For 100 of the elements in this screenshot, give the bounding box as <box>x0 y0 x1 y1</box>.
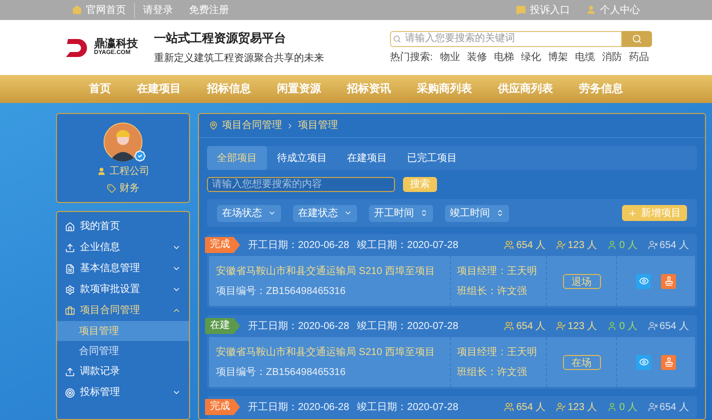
user-check-icon <box>556 321 566 331</box>
view-button[interactable] <box>636 274 651 288</box>
filter-dropdown[interactable]: 在建状态 <box>293 204 357 222</box>
view-button[interactable] <box>636 354 651 370</box>
message-icon <box>516 5 526 15</box>
top-link[interactable]: 免费注册 <box>189 2 229 18</box>
worker-count: 654 人 <box>516 400 546 414</box>
stamp-button[interactable] <box>661 274 676 288</box>
home-icon <box>72 5 82 15</box>
logo-name: 鼎瀛科技 <box>94 39 138 50</box>
upload-icon <box>65 242 75 252</box>
sidebar-subitem[interactable]: 项目管理 <box>57 321 189 341</box>
hot-search-link[interactable]: 博架 <box>548 50 568 64</box>
end-date: 竣工日期：2020-07-28 <box>357 238 458 252</box>
avatar-icon <box>103 122 143 162</box>
user-cross-icon <box>648 321 658 331</box>
people-group-icon <box>504 402 514 412</box>
hot-search-link[interactable]: 装修 <box>466 50 487 64</box>
company-name: 工程公司 <box>110 165 150 179</box>
worker-count: 654 人 <box>660 238 689 252</box>
tag-icon <box>106 184 116 193</box>
top-link[interactable]: 个人中心 <box>600 2 640 18</box>
sidebar-item[interactable]: 投标管理 <box>57 382 189 403</box>
home-icon <box>65 222 75 232</box>
sidebar-item[interactable]: 基本信息管理 <box>57 258 189 279</box>
tab[interactable]: 在建项目 <box>337 146 397 170</box>
nav-link[interactable]: 劳务信息 <box>579 80 623 98</box>
worker-count: 0 人 <box>619 400 638 414</box>
filter-dropdown[interactable]: 竣工时间 <box>445 204 509 222</box>
project-name: 安徽省马鞍山市和县交通运输局 S210 西埠至项目 <box>216 346 436 360</box>
tab[interactable]: 全部项目 <box>207 146 267 170</box>
briefcase-icon <box>65 306 75 316</box>
sidebar-subitem[interactable]: 合同管理 <box>57 341 189 361</box>
hot-search-link[interactable]: 电缆 <box>574 50 595 64</box>
tab[interactable]: 已完工项目 <box>397 146 467 170</box>
hot-search-link[interactable]: 消防 <box>602 50 622 64</box>
verified-badge-icon <box>134 150 146 162</box>
sort-icon <box>496 209 504 217</box>
site-status-button[interactable]: 在场 <box>562 354 600 370</box>
hot-search-label: 热门搜索: <box>390 50 433 64</box>
sidebar-item[interactable]: 调款记录 <box>57 361 189 382</box>
site-title: 一站式工程资源贸易平台 <box>154 30 287 47</box>
start-date: 开工日期：2020-06-28 <box>248 320 350 334</box>
nav-link[interactable]: 采购商列表 <box>417 80 472 98</box>
sort-icon <box>420 209 428 217</box>
upload-icon <box>65 366 75 376</box>
team-leader: 班组长：许文强 <box>457 284 528 298</box>
filter-dropdown[interactable]: 在场状态 <box>217 204 281 222</box>
sidebar-item[interactable]: 项目合同管理 <box>57 300 189 321</box>
filter-dropdown[interactable]: 开工时间 <box>369 204 433 222</box>
hot-search-link[interactable]: 药品 <box>628 50 649 64</box>
breadcrumb-link[interactable]: 项目管理 <box>298 118 338 133</box>
nav-link[interactable]: 首页 <box>89 80 111 98</box>
eye-icon <box>638 357 648 367</box>
top-link[interactable]: 请登录 <box>143 2 173 18</box>
document-icon <box>65 264 75 274</box>
sidebar-item[interactable]: 款项审批设置 <box>57 279 189 300</box>
team-leader: 班组长：许文强 <box>457 366 528 380</box>
eye-icon <box>638 276 648 286</box>
location-pin-icon <box>209 121 218 130</box>
worker-count: 123 人 <box>568 238 598 252</box>
search-field[interactable]: 请输入您想要搜索的内容 <box>207 177 395 192</box>
project-manager: 项目经理：王天明 <box>457 346 538 360</box>
nav-link[interactable]: 招标资讯 <box>347 80 391 98</box>
breadcrumb-link[interactable]: 项目合同管理 <box>222 118 282 133</box>
site-status-button[interactable]: 退场 <box>562 274 600 288</box>
nav-link[interactable]: 闲置资源 <box>277 80 321 98</box>
sidebar-item[interactable]: 我的首页 <box>57 216 189 237</box>
hot-search-link[interactable]: 电梯 <box>494 50 514 64</box>
site-slogan: 重新定义建筑工程资源聚合共享的未来 <box>154 52 324 66</box>
worker-count: 654 人 <box>660 320 689 334</box>
nav-link[interactable]: 在建项目 <box>137 80 181 98</box>
nav-link[interactable]: 供应商列表 <box>498 80 553 98</box>
user-check-icon <box>556 402 566 412</box>
stamp-button[interactable] <box>661 354 676 370</box>
user-icon <box>586 5 596 15</box>
search-button[interactable] <box>622 30 652 46</box>
sidebar-item[interactable]: 企业信息 <box>57 237 189 258</box>
hot-search-link[interactable]: 物业 <box>440 50 460 64</box>
project-code: 项目编号：ZB156498465316 <box>216 284 347 298</box>
role-name: 财务 <box>120 182 140 196</box>
stamp-icon <box>664 357 674 367</box>
tab[interactable]: 待成立项目 <box>267 146 337 170</box>
search-field[interactable]: 请输入您要搜索的关键词 <box>390 30 622 46</box>
worker-count: 123 人 <box>568 320 598 334</box>
worker-count: 654 人 <box>516 238 546 252</box>
search-icon <box>632 34 642 44</box>
plus-icon <box>628 208 637 218</box>
target-icon <box>65 388 75 398</box>
end-date: 竣工日期：2020-07-28 <box>357 400 458 414</box>
top-link[interactable]: 官网首页 <box>86 2 126 18</box>
people-group-icon <box>504 321 514 331</box>
top-link[interactable]: 投诉入口 <box>530 2 570 18</box>
nav-link[interactable]: 招标信息 <box>207 80 251 98</box>
status-tag: 完成 <box>205 399 240 415</box>
stamp-icon <box>664 276 674 286</box>
start-date: 开工日期：2020-06-28 <box>248 238 350 252</box>
hot-search-link[interactable]: 绿化 <box>520 50 541 64</box>
worker-count: 0 人 <box>619 238 638 252</box>
worker-count: 123 人 <box>568 400 598 414</box>
